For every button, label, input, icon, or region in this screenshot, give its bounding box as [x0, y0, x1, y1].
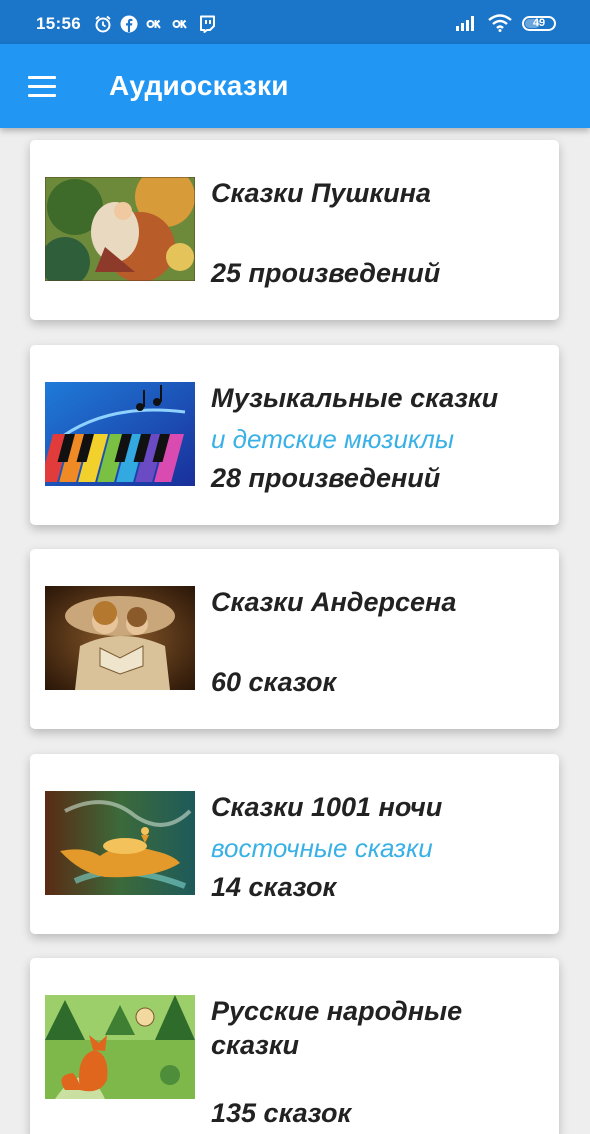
- system-icons: 49: [456, 14, 556, 32]
- item-subtitle: восточные сказки: [211, 833, 433, 863]
- menu-button[interactable]: [20, 66, 62, 108]
- status-bar: 15:56 49: [0, 0, 590, 44]
- item-title: Музыкальные сказки: [211, 383, 499, 413]
- item-title: Сказки 1001 ночи: [211, 792, 443, 822]
- list-item[interactable]: Музыкальные сказки и детские мюзиклы 28 …: [30, 345, 559, 525]
- musical-piano-keys-picture: [45, 382, 195, 486]
- item-count: 25 произведений: [211, 258, 441, 288]
- signal-icon: [456, 16, 474, 31]
- item-count: 60 сказок: [211, 667, 337, 697]
- item-subtitle: и детские мюзиклы: [211, 424, 455, 454]
- ok-icon: [172, 19, 187, 29]
- status-time: 15:56: [36, 14, 81, 33]
- item-title: Сказки Андерсена: [211, 587, 457, 617]
- app-bar: Аудиосказки: [0, 44, 590, 128]
- item-count: 135 сказок: [211, 1098, 352, 1128]
- list-item[interactable]: Сказки Пушкина 25 произведений: [30, 140, 559, 320]
- page-title: Аудиосказки: [109, 70, 289, 101]
- item-count: 28 произведений: [211, 463, 441, 493]
- alarm-icon: [95, 15, 111, 33]
- item-title: Сказки Пушкина: [211, 178, 431, 208]
- menu-icon: [28, 76, 56, 79]
- list-item[interactable]: Русские народные сказки 135 сказок: [30, 958, 559, 1134]
- item-count: 14 сказок: [211, 872, 337, 902]
- battery-level: 49: [532, 17, 546, 29]
- twitch-icon: [200, 15, 215, 33]
- category-list[interactable]: Сказки Пушкина 25 произведений Музыкальн…: [0, 128, 590, 1134]
- wifi-icon: [488, 14, 512, 32]
- fox-in-forest-picture: [45, 995, 195, 1099]
- children-reading-book-picture: [45, 586, 195, 690]
- pushkin-fairy-tales-picture: [45, 177, 195, 281]
- ok-icon: [146, 19, 161, 29]
- item-title: Русские народные сказки: [211, 996, 463, 1060]
- facebook-icon: [120, 15, 138, 33]
- list-item[interactable]: Сказки Андерсена 60 сказок: [30, 549, 559, 729]
- magic-lamp-picture: [45, 791, 195, 895]
- battery-icon: 49: [522, 15, 556, 31]
- list-item[interactable]: Сказки 1001 ночи восточные сказки 14 ска…: [30, 754, 559, 934]
- notification-icons: [94, 15, 216, 33]
